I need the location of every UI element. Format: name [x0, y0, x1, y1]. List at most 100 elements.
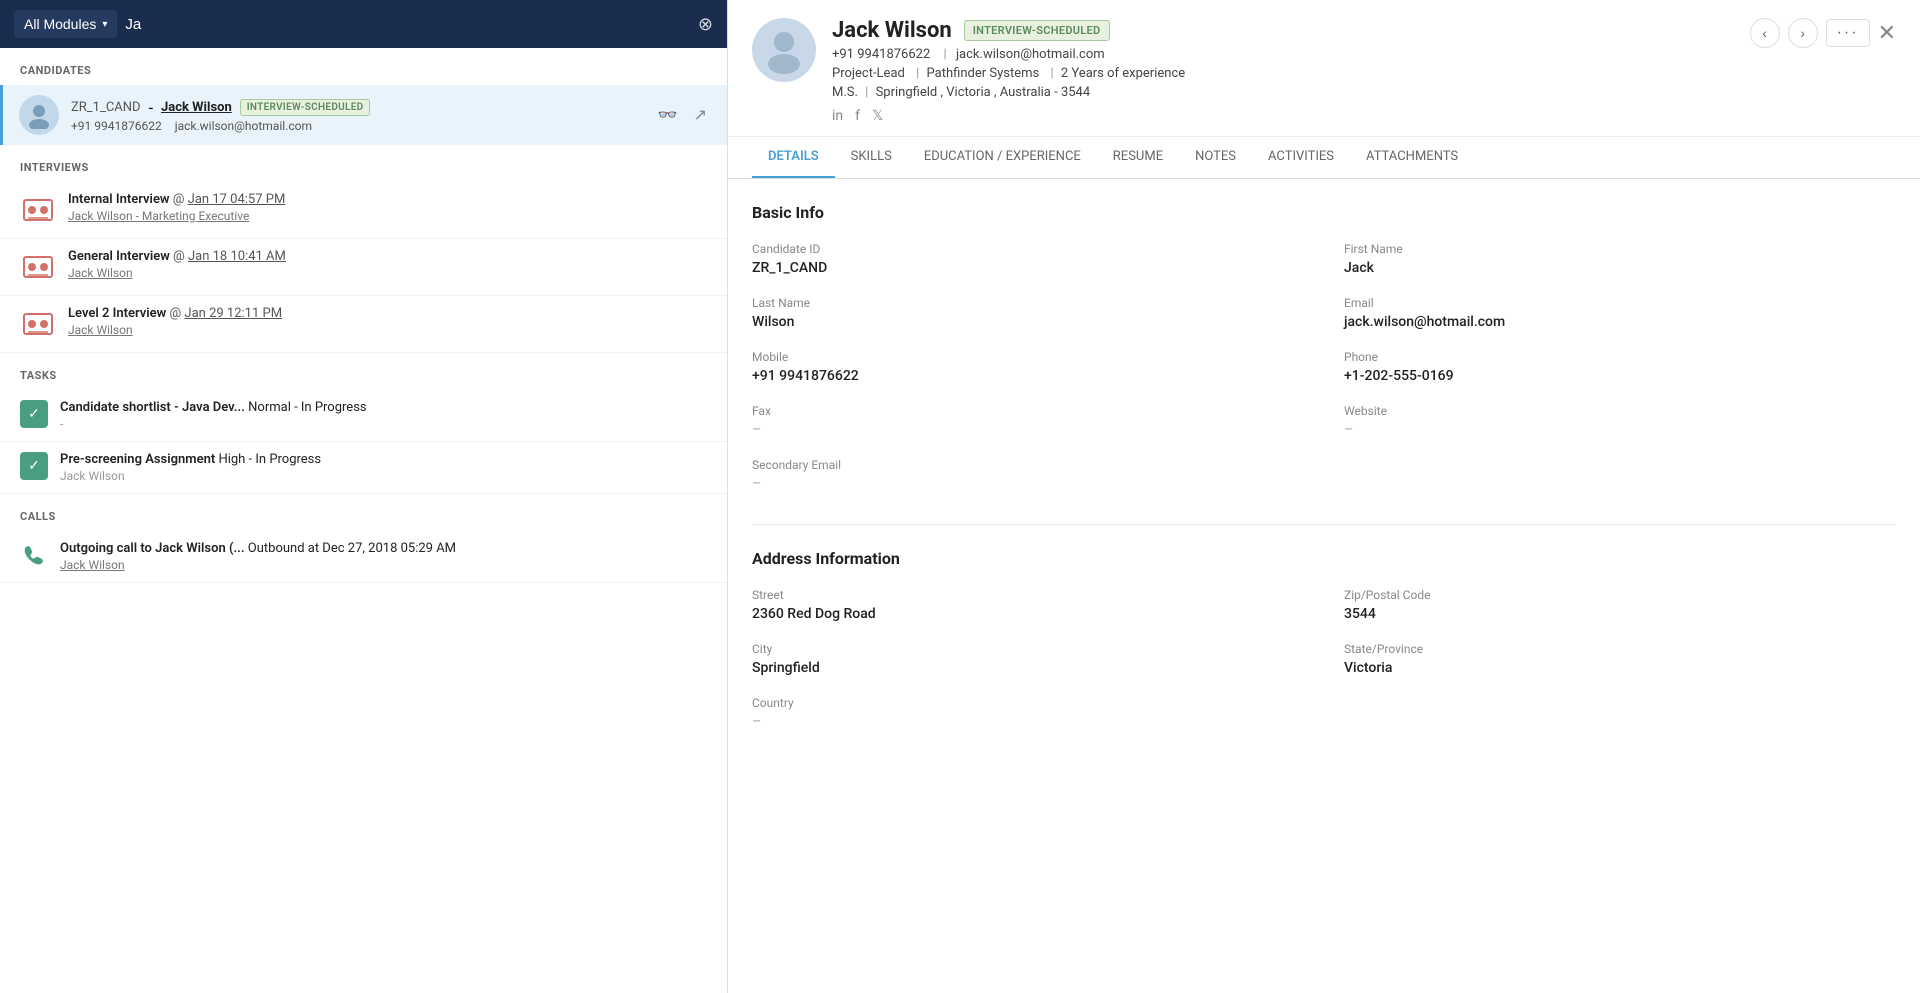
fax-field: Fax –	[752, 404, 1304, 438]
next-button[interactable]: ›	[1788, 18, 1818, 48]
call-title: Outgoing call to Jack Wilson (... Outbou…	[60, 541, 711, 556]
candidate-row[interactable]: ZR_1_CAND - Jack Wilson INTERVIEW-SCHEDU…	[0, 85, 727, 145]
facebook-icon[interactable]: f	[855, 108, 860, 124]
clear-search-button[interactable]: ⊗	[698, 15, 713, 33]
interviews-section-header: INTERVIEWS	[0, 145, 727, 182]
right-panel: Jack Wilson INTERVIEW-SCHEDULED +91 9941…	[728, 0, 1920, 993]
interview-name: Internal Interview	[68, 192, 170, 207]
basic-info-title: Basic Info	[752, 203, 1896, 222]
state-value: Victoria	[1344, 660, 1896, 676]
list-item[interactable]: Level 2 Interview @ Jan 29 12:11 PM Jack…	[0, 296, 727, 353]
country-field: Country –	[752, 696, 1304, 730]
open-button[interactable]: ↗	[690, 101, 711, 129]
candidate-email: jack.wilson@hotmail.com	[175, 119, 312, 133]
profile-city: Springfield	[876, 85, 938, 100]
task-title: Candidate shortlist - Java Dev... Normal…	[60, 400, 711, 415]
phone-label: Phone	[1344, 350, 1896, 364]
search-bar: All Modules ▾ ⊗	[0, 0, 727, 48]
list-item[interactable]: ✓ Candidate shortlist - Java Dev... Norm…	[0, 390, 727, 442]
task-icon: ✓	[20, 452, 48, 480]
module-label: All Modules	[24, 16, 96, 32]
twitter-icon[interactable]: 𝕏	[872, 108, 883, 124]
call-name: Outgoing call to Jack Wilson (...	[60, 541, 245, 556]
zip-value: 3544	[1344, 606, 1896, 622]
interview-subtitle: Jack Wilson	[68, 266, 711, 280]
profile-contact: +91 9941876622 | jack.wilson@hotmail.com	[832, 47, 1734, 62]
interview-date: Jan 17 04:57 PM	[188, 192, 286, 207]
interview-name: Level 2 Interview	[68, 306, 166, 321]
tab-resume[interactable]: RESUME	[1097, 137, 1179, 178]
task-meta: High - In Progress	[218, 452, 321, 467]
more-options-button[interactable]: ···	[1826, 19, 1870, 47]
candidate-info: ZR_1_CAND - Jack Wilson INTERVIEW-SCHEDU…	[71, 98, 642, 133]
call-icon	[20, 541, 48, 569]
interview-icon	[20, 306, 56, 342]
candidate-id: ZR_1_CAND	[71, 100, 141, 115]
address-info-title: Address Information	[752, 549, 1896, 568]
first-name-value: Jack	[1344, 260, 1896, 276]
website-label: Website	[1344, 404, 1896, 418]
profile-name-row: Jack Wilson INTERVIEW-SCHEDULED	[832, 18, 1734, 43]
country-label: Country	[752, 696, 1304, 710]
phone-value: +1-202-555-0169	[1344, 368, 1896, 384]
interview-icon	[20, 192, 56, 228]
profile-title: Project-Lead	[832, 66, 905, 81]
section-divider	[752, 524, 1896, 525]
profile-phone: +91 9941876622	[832, 47, 930, 62]
tab-education-experience[interactable]: EDUCATION / EXPERIENCE	[908, 137, 1097, 178]
street-value: 2360 Red Dog Road	[752, 606, 1304, 622]
list-item[interactable]: Internal Interview @ Jan 17 04:57 PM Jac…	[0, 182, 727, 239]
interview-title: General Interview @ Jan 18 10:41 AM	[68, 249, 711, 264]
first-name-label: First Name	[1344, 242, 1896, 256]
secondary-email-value: –	[752, 476, 1304, 492]
profile-email: jack.wilson@hotmail.com	[956, 47, 1105, 62]
address-info-grid: Street 2360 Red Dog Road Zip/Postal Code…	[752, 588, 1896, 730]
interview-title: Internal Interview @ Jan 17 04:57 PM	[68, 192, 711, 207]
tab-details[interactable]: DETAILS	[752, 137, 835, 178]
tab-notes[interactable]: NOTES	[1179, 137, 1252, 178]
avatar	[19, 95, 59, 135]
country-value: –	[752, 714, 1304, 730]
close-button[interactable]: ✕	[1878, 20, 1896, 46]
results-area: CANDIDATES ZR_1_CAND - Jack Wilson INTER…	[0, 48, 727, 993]
candidate-id-dash: -	[149, 98, 153, 117]
interview-subtitle: Jack Wilson - Marketing Executive	[68, 209, 711, 223]
candidate-id-field: Candidate ID ZR_1_CAND	[752, 242, 1304, 276]
tabs: DETAILS SKILLS EDUCATION / EXPERIENCE RE…	[728, 137, 1920, 179]
task-name: Pre-screening Assignment	[60, 452, 215, 467]
prev-button[interactable]: ‹	[1750, 18, 1780, 48]
profile-details: Jack Wilson INTERVIEW-SCHEDULED +91 9941…	[832, 18, 1734, 124]
tab-attachments[interactable]: ATTACHMENTS	[1350, 137, 1474, 178]
status-badge: INTERVIEW-SCHEDULED	[964, 20, 1110, 41]
linkedin-icon[interactable]: in	[832, 108, 843, 124]
details-content: Basic Info Candidate ID ZR_1_CAND First …	[728, 179, 1920, 993]
list-item[interactable]: Outgoing call to Jack Wilson (... Outbou…	[0, 531, 727, 583]
calls-section-header: CALLS	[0, 494, 727, 531]
profile-header-actions: ‹ › ··· ✕	[1750, 18, 1896, 48]
mobile-label: Mobile	[752, 350, 1304, 364]
call-meta: Outbound at Dec 27, 2018 05:29 AM	[248, 541, 456, 556]
preview-icon: 👓	[658, 107, 678, 124]
phone-field: Phone +1-202-555-0169	[1344, 350, 1896, 384]
profile-location: M.S. | Springfield , Victoria , Australi…	[832, 85, 1734, 100]
candidate-actions: 👓 ↗	[654, 101, 711, 129]
call-subtitle: Jack Wilson	[60, 558, 711, 572]
profile-postal: 3544	[1061, 85, 1090, 100]
candidate-id-value: ZR_1_CAND	[752, 260, 1304, 276]
external-link-icon: ↗	[694, 107, 707, 124]
preview-button[interactable]: 👓	[654, 101, 682, 129]
candidate-phone: +91 9941876622	[71, 119, 162, 133]
search-input[interactable]	[125, 16, 690, 33]
task-icon: ✓	[20, 400, 48, 428]
module-selector[interactable]: All Modules ▾	[14, 10, 117, 38]
list-item[interactable]: ✓ Pre-screening Assignment High - In Pro…	[0, 442, 727, 494]
secondary-email-label: Secondary Email	[752, 458, 1304, 472]
last-name-value: Wilson	[752, 314, 1304, 330]
state-field: State/Province Victoria	[1344, 642, 1896, 676]
tab-skills[interactable]: SKILLS	[835, 137, 908, 178]
list-item[interactable]: General Interview @ Jan 18 10:41 AM Jack…	[0, 239, 727, 296]
first-name-field: First Name Jack	[1344, 242, 1896, 276]
website-value: –	[1344, 422, 1896, 438]
profile-top: Jack Wilson INTERVIEW-SCHEDULED +91 9941…	[752, 18, 1896, 124]
tab-activities[interactable]: ACTIVITIES	[1252, 137, 1350, 178]
